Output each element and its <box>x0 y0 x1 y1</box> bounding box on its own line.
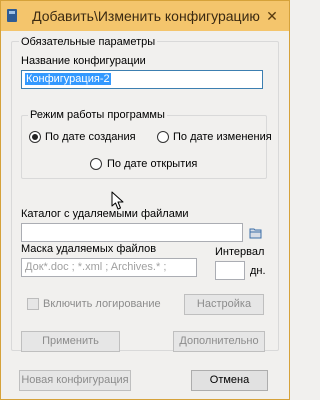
interval-input[interactable] <box>215 261 245 280</box>
app-icon <box>7 9 17 22</box>
config-name-value: Конфигурация-2 <box>25 73 111 85</box>
interval-label: Интервал <box>215 246 265 258</box>
config-name-label: Название конфигурации <box>21 55 146 67</box>
required-params-group-title: Обязательные параметры <box>19 36 158 49</box>
mask-input[interactable]: Док*.doc ; *.xml ; Archives.* ; <box>21 258 197 277</box>
interval-unit: дн. <box>250 265 266 277</box>
radio-modified-date[interactable] <box>157 131 169 143</box>
logging-label: Включить логирование <box>43 298 161 310</box>
title-bar[interactable]: Добавить\Изменить конфигурацию ✕ <box>1 1 289 31</box>
config-name-input[interactable]: Конфигурация-2 <box>21 70 263 89</box>
radio-modified-date-label: По дате изменения <box>173 131 272 143</box>
advanced-button[interactable]: Дополнительно <box>173 331 265 352</box>
radio-opened-date[interactable] <box>90 158 102 170</box>
mouse-cursor-icon <box>111 191 124 210</box>
catalog-input[interactable] <box>21 223 243 242</box>
mask-placeholder: Док*.doc ; *.xml ; Archives.* ; <box>25 261 167 273</box>
new-config-button[interactable]: Новая конфигурация <box>19 370 131 391</box>
folder-icon[interactable] <box>249 227 262 239</box>
window-title: Добавить\Изменить конфигурацию <box>32 8 260 24</box>
radio-creation-date-label: По дате создания <box>45 131 136 143</box>
settings-button[interactable]: Настройка <box>184 294 264 315</box>
cancel-button[interactable]: Отмена <box>191 370 268 391</box>
config-dialog-window: Добавить\Изменить конфигурацию ✕ Обязате… <box>0 0 290 400</box>
mode-group-title: Режим работы программы <box>28 109 167 122</box>
radio-creation-date[interactable] <box>29 131 41 143</box>
apply-button[interactable]: Применить <box>21 331 120 352</box>
logging-checkbox[interactable] <box>27 298 39 310</box>
mask-label: Маска удаляемых файлов <box>21 243 157 255</box>
catalog-label: Каталог с удаляемыми файлами <box>21 208 189 220</box>
radio-opened-date-label: По дате открытия <box>107 158 198 170</box>
close-button[interactable]: ✕ <box>263 7 281 25</box>
